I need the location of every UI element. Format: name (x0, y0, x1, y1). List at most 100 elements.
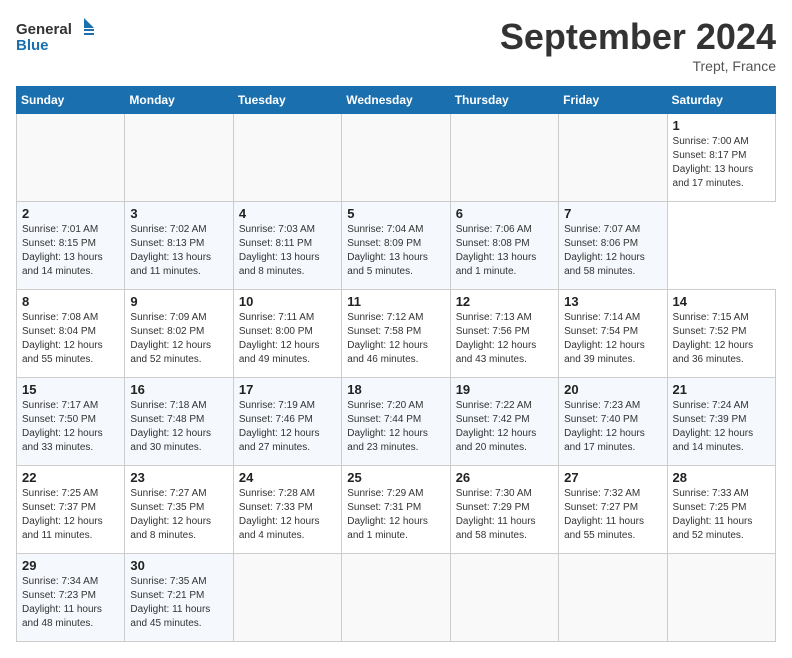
day-info: Sunrise: 7:03 AM Sunset: 8:11 PM Dayligh… (239, 223, 336, 279)
calendar-header-sunday: Sunday (17, 87, 125, 114)
calendar-header-row: SundayMondayTuesdayWednesdayThursdayFrid… (17, 87, 776, 114)
day-info: Sunrise: 7:32 AM Sunset: 7:27 PM Dayligh… (564, 487, 661, 543)
day-number: 27 (564, 470, 661, 485)
calendar-header-thursday: Thursday (450, 87, 558, 114)
day-info: Sunrise: 7:27 AM Sunset: 7:35 PM Dayligh… (130, 487, 227, 543)
calendar-cell: 30 Sunrise: 7:35 AM Sunset: 7:21 PM Dayli… (125, 554, 233, 642)
day-number: 19 (456, 382, 553, 397)
calendar-cell: 11 Sunrise: 7:12 AM Sunset: 7:58 PM Dayli… (342, 290, 450, 378)
day-info: Sunrise: 7:22 AM Sunset: 7:42 PM Dayligh… (456, 399, 553, 455)
logo: General Blue (16, 16, 96, 56)
calendar-table: SundayMondayTuesdayWednesdayThursdayFrid… (16, 86, 776, 642)
day-info: Sunrise: 7:30 AM Sunset: 7:29 PM Dayligh… (456, 487, 553, 543)
day-number: 11 (347, 294, 444, 309)
day-info: Sunrise: 7:12 AM Sunset: 7:58 PM Dayligh… (347, 311, 444, 367)
day-info: Sunrise: 7:07 AM Sunset: 8:06 PM Dayligh… (564, 223, 661, 279)
day-number: 2 (22, 206, 119, 221)
day-number: 30 (130, 558, 227, 573)
day-info: Sunrise: 7:01 AM Sunset: 8:15 PM Dayligh… (22, 223, 119, 279)
calendar-header-wednesday: Wednesday (342, 87, 450, 114)
day-number: 9 (130, 294, 227, 309)
calendar-cell (559, 554, 667, 642)
day-number: 25 (347, 470, 444, 485)
calendar-cell: 13 Sunrise: 7:14 AM Sunset: 7:54 PM Dayli… (559, 290, 667, 378)
calendar-cell: 12 Sunrise: 7:13 AM Sunset: 7:56 PM Dayli… (450, 290, 558, 378)
day-info: Sunrise: 7:18 AM Sunset: 7:48 PM Dayligh… (130, 399, 227, 455)
day-number: 20 (564, 382, 661, 397)
calendar-cell: 6Sunrise: 7:06 AM Sunset: 8:08 PM Daylig… (450, 202, 558, 290)
calendar-week-row: 1Sunrise: 7:00 AM Sunset: 8:17 PM Daylig… (17, 114, 776, 202)
calendar-cell (342, 114, 450, 202)
day-info: Sunrise: 7:34 AM Sunset: 7:23 PM Dayligh… (22, 575, 119, 631)
calendar-cell (342, 554, 450, 642)
calendar-cell: 24 Sunrise: 7:28 AM Sunset: 7:33 PM Dayli… (233, 466, 341, 554)
day-info: Sunrise: 7:04 AM Sunset: 8:09 PM Dayligh… (347, 223, 444, 279)
calendar-cell: 21 Sunrise: 7:24 AM Sunset: 7:39 PM Dayli… (667, 378, 775, 466)
calendar-cell (125, 114, 233, 202)
calendar-cell (667, 554, 775, 642)
calendar-cell: 5Sunrise: 7:04 AM Sunset: 8:09 PM Daylig… (342, 202, 450, 290)
calendar-cell: 8Sunrise: 7:08 AM Sunset: 8:04 PM Daylig… (17, 290, 125, 378)
calendar-cell: 29 Sunrise: 7:34 AM Sunset: 7:23 PM Dayli… (17, 554, 125, 642)
calendar-week-row: 15Sunrise: 7:17 AM Sunset: 7:50 PM Dayli… (17, 378, 776, 466)
calendar-header-friday: Friday (559, 87, 667, 114)
day-info: Sunrise: 7:09 AM Sunset: 8:02 PM Dayligh… (130, 311, 227, 367)
calendar-cell: 17Sunrise: 7:19 AM Sunset: 7:46 PM Dayli… (233, 378, 341, 466)
calendar-cell (233, 114, 341, 202)
month-title: September 2024 (500, 16, 776, 58)
svg-text:Blue: Blue (16, 37, 49, 54)
calendar-cell (233, 554, 341, 642)
calendar-cell: 7Sunrise: 7:07 AM Sunset: 8:06 PM Daylig… (559, 202, 667, 290)
calendar-cell: 1Sunrise: 7:00 AM Sunset: 8:17 PM Daylig… (667, 114, 775, 202)
calendar-header-saturday: Saturday (667, 87, 775, 114)
page-header: General Blue September 2024 Trept, Franc… (16, 16, 776, 74)
calendar-cell: 15Sunrise: 7:17 AM Sunset: 7:50 PM Dayli… (17, 378, 125, 466)
day-number: 3 (130, 206, 227, 221)
day-info: Sunrise: 7:08 AM Sunset: 8:04 PM Dayligh… (22, 311, 119, 367)
calendar-cell: 20 Sunrise: 7:23 AM Sunset: 7:40 PM Dayli… (559, 378, 667, 466)
calendar-week-row: 29 Sunrise: 7:34 AM Sunset: 7:23 PM Dayli… (17, 554, 776, 642)
day-info: Sunrise: 7:02 AM Sunset: 8:13 PM Dayligh… (130, 223, 227, 279)
day-number: 22 (22, 470, 119, 485)
day-number: 24 (239, 470, 336, 485)
calendar-cell: 14Sunrise: 7:15 AM Sunset: 7:52 PM Dayli… (667, 290, 775, 378)
calendar-cell: 3 Sunrise: 7:02 AM Sunset: 8:13 PM Daylig… (125, 202, 233, 290)
calendar-header-tuesday: Tuesday (233, 87, 341, 114)
day-number: 15 (22, 382, 119, 397)
day-number: 23 (130, 470, 227, 485)
day-info: Sunrise: 7:28 AM Sunset: 7:33 PM Dayligh… (239, 487, 336, 543)
calendar-cell: 27 Sunrise: 7:32 AM Sunset: 7:27 PM Dayli… (559, 466, 667, 554)
day-number: 17 (239, 382, 336, 397)
calendar-cell: 9 Sunrise: 7:09 AM Sunset: 8:02 PM Daylig… (125, 290, 233, 378)
calendar-cell (559, 114, 667, 202)
day-number: 13 (564, 294, 661, 309)
day-number: 16 (130, 382, 227, 397)
day-number: 18 (347, 382, 444, 397)
calendar-cell: 19 Sunrise: 7:22 AM Sunset: 7:42 PM Dayli… (450, 378, 558, 466)
calendar-cell: 28Sunrise: 7:33 AM Sunset: 7:25 PM Dayli… (667, 466, 775, 554)
calendar-cell: 25 Sunrise: 7:29 AM Sunset: 7:31 PM Dayli… (342, 466, 450, 554)
location-text: Trept, France (500, 58, 776, 74)
calendar-cell: 4Sunrise: 7:03 AM Sunset: 8:11 PM Daylig… (233, 202, 341, 290)
day-info: Sunrise: 7:11 AM Sunset: 8:00 PM Dayligh… (239, 311, 336, 367)
calendar-cell: 2 Sunrise: 7:01 AM Sunset: 8:15 PM Daylig… (17, 202, 125, 290)
calendar-week-row: 22 Sunrise: 7:25 AM Sunset: 7:37 PM Dayli… (17, 466, 776, 554)
day-number: 10 (239, 294, 336, 309)
calendar-cell (450, 114, 558, 202)
calendar-header-monday: Monday (125, 87, 233, 114)
day-number: 12 (456, 294, 553, 309)
day-info: Sunrise: 7:14 AM Sunset: 7:54 PM Dayligh… (564, 311, 661, 367)
calendar-cell (17, 114, 125, 202)
calendar-cell: 18Sunrise: 7:20 AM Sunset: 7:44 PM Dayli… (342, 378, 450, 466)
day-info: Sunrise: 7:23 AM Sunset: 7:40 PM Dayligh… (564, 399, 661, 455)
day-info: Sunrise: 7:00 AM Sunset: 8:17 PM Dayligh… (673, 135, 770, 191)
day-number: 29 (22, 558, 119, 573)
calendar-cell: 16 Sunrise: 7:18 AM Sunset: 7:48 PM Dayli… (125, 378, 233, 466)
day-info: Sunrise: 7:25 AM Sunset: 7:37 PM Dayligh… (22, 487, 119, 543)
day-info: Sunrise: 7:24 AM Sunset: 7:39 PM Dayligh… (673, 399, 770, 455)
svg-text:General: General (16, 21, 72, 38)
day-info: Sunrise: 7:13 AM Sunset: 7:56 PM Dayligh… (456, 311, 553, 367)
day-number: 21 (673, 382, 770, 397)
day-info: Sunrise: 7:29 AM Sunset: 7:31 PM Dayligh… (347, 487, 444, 543)
day-info: Sunrise: 7:35 AM Sunset: 7:21 PM Dayligh… (130, 575, 227, 631)
